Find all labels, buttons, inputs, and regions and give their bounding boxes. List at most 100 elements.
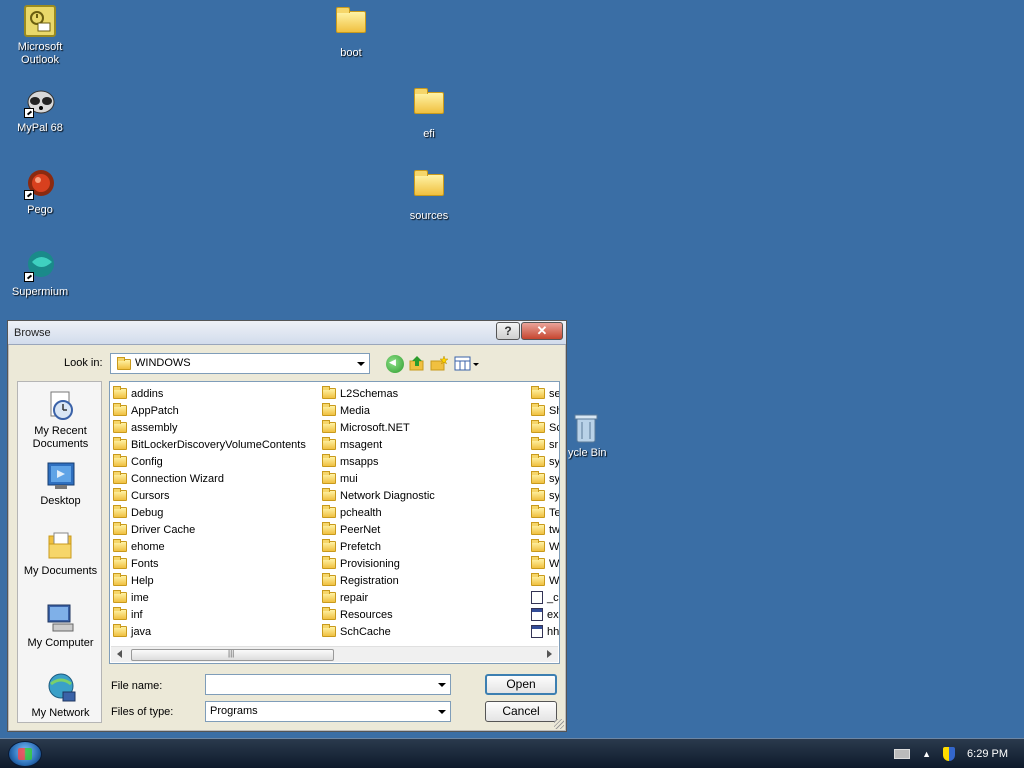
desktop-icon-pego[interactable]: Pego — [0, 168, 80, 217]
look-in-dropdown[interactable]: WINDOWS — [110, 353, 370, 374]
list-item[interactable]: ime — [110, 589, 319, 606]
list-item[interactable]: Debug — [110, 504, 319, 521]
folder-icon — [531, 454, 545, 467]
list-item[interactable]: AppPatch — [110, 402, 319, 419]
desktop-icon-label: Pego — [27, 204, 53, 216]
folder-icon — [322, 607, 336, 620]
list-item[interactable]: Fonts — [110, 555, 319, 572]
list-item[interactable]: W — [528, 555, 559, 572]
files-of-type-dropdown[interactable]: Programs — [205, 701, 451, 722]
list-item[interactable]: ex — [528, 606, 559, 623]
list-item[interactable]: Network Diagnostic — [319, 487, 528, 504]
place-my-network[interactable]: My Network — [18, 672, 103, 720]
chevron-down-icon[interactable] — [438, 683, 446, 687]
desktop-icon-boot[interactable]: boot — [311, 5, 391, 60]
back-icon[interactable] — [386, 355, 404, 373]
desktop-icon-outlook[interactable]: Microsoft Outlook — [0, 5, 80, 67]
list-item-label: W — [549, 540, 560, 553]
list-item-label: Cursors — [131, 489, 170, 502]
desktop-icon-efi[interactable]: efi — [389, 86, 469, 141]
list-item[interactable]: Microsoft.NET — [319, 419, 528, 436]
open-button[interactable]: Open — [485, 674, 557, 695]
recycle-bin-icon — [572, 412, 604, 444]
folder-icon — [531, 505, 545, 518]
list-item[interactable]: java — [110, 623, 319, 640]
list-item[interactable]: hh — [528, 623, 560, 640]
desktop-icon-sources[interactable]: sources — [389, 168, 469, 223]
view-menu-icon[interactable] — [454, 355, 480, 373]
cancel-button[interactable]: Cancel — [485, 701, 557, 722]
desktop-icon-supermium[interactable]: Supermium — [0, 250, 80, 299]
list-item[interactable]: Resources — [319, 606, 528, 623]
show-hidden-icons-icon[interactable]: ▲ — [922, 749, 931, 759]
list-item[interactable]: addins — [110, 385, 319, 402]
clock[interactable]: 6:29 PM — [967, 748, 1008, 760]
horizontal-scrollbar[interactable] — [111, 646, 558, 662]
scroll-right-icon[interactable] — [547, 650, 552, 658]
resize-grip-icon[interactable] — [554, 719, 564, 729]
list-item[interactable]: PeerNet — [319, 521, 528, 538]
list-item[interactable]: W — [528, 538, 560, 555]
list-item[interactable]: sy — [528, 487, 560, 504]
file-name-input[interactable] — [205, 674, 451, 695]
security-shield-icon[interactable] — [943, 747, 956, 761]
list-item[interactable]: pchealth — [319, 504, 528, 521]
list-item-label: Microsoft.NET — [340, 421, 410, 434]
place-recent-documents[interactable]: My Recent Documents — [18, 390, 103, 451]
list-item[interactable]: Registration — [319, 572, 528, 589]
list-item-label: hh — [547, 625, 560, 638]
start-button[interactable] — [8, 741, 42, 767]
list-item-label: sr — [549, 438, 559, 451]
place-my-computer[interactable]: My Computer — [18, 602, 103, 650]
list-item[interactable]: Cursors — [110, 487, 319, 504]
desktop-icon-recycle-bin[interactable]: ycle Bin — [560, 412, 630, 460]
file-list[interactable]: addins AppPatch assembly BitLockerDiscovery… — [109, 381, 560, 664]
list-item[interactable]: Config — [110, 453, 319, 470]
list-item[interactable]: Te — [528, 504, 559, 521]
list-item-label: Network Diagnostic — [340, 489, 435, 502]
list-item[interactable]: Connection Wizard — [110, 470, 319, 487]
list-item[interactable]: W — [528, 572, 559, 589]
dialog-titlebar[interactable]: Browse ? ✕ — [8, 321, 566, 345]
list-item[interactable]: Sh — [528, 402, 559, 419]
list-item[interactable]: SchCache — [319, 623, 528, 640]
list-item-label: sy — [549, 489, 560, 502]
file-name-label: File name: — [111, 680, 163, 692]
folder-icon — [113, 437, 127, 450]
help-button[interactable]: ? — [496, 322, 520, 340]
close-button[interactable]: ✕ — [521, 322, 563, 340]
list-item[interactable]: assembly — [110, 419, 319, 436]
list-item[interactable]: L2Schemas — [319, 385, 528, 402]
list-item[interactable]: BitLockerDiscoveryVolumeContents — [110, 436, 319, 453]
place-my-documents[interactable]: My Documents — [18, 530, 103, 578]
list-item[interactable]: Driver Cache — [110, 521, 319, 538]
up-one-level-icon[interactable] — [408, 355, 426, 373]
place-desktop[interactable]: Desktop — [18, 460, 103, 508]
mypal-icon — [24, 86, 56, 118]
list-item[interactable]: ehome — [110, 538, 319, 555]
my-documents-icon — [45, 530, 77, 562]
list-item[interactable]: sy — [528, 453, 559, 470]
folder-icon — [113, 386, 127, 399]
new-folder-icon[interactable] — [430, 355, 449, 373]
list-item[interactable]: msagent — [319, 436, 528, 453]
scroll-left-icon[interactable] — [117, 650, 122, 658]
list-item[interactable]: Sc — [528, 419, 559, 436]
keyboard-icon[interactable] — [894, 749, 911, 759]
place-label: My Network — [31, 707, 90, 719]
list-item[interactable]: Provisioning — [319, 555, 528, 572]
list-item[interactable]: mui — [319, 470, 528, 487]
list-item[interactable]: Media — [319, 402, 528, 419]
list-item[interactable]: Help — [110, 572, 319, 589]
list-item[interactable]: sy — [528, 470, 559, 487]
list-item[interactable]: tw — [528, 521, 559, 538]
scrollbar-thumb[interactable] — [131, 649, 334, 661]
list-item[interactable]: inf — [110, 606, 319, 623]
desktop-icon-mypal[interactable]: MyPal 68 — [0, 86, 80, 135]
list-item[interactable]: se — [528, 385, 559, 402]
list-item[interactable]: msapps — [319, 453, 528, 470]
list-item[interactable]: repair — [319, 589, 528, 606]
list-item[interactable]: _c — [528, 589, 559, 606]
list-item[interactable]: sr — [528, 436, 559, 453]
list-item[interactable]: Prefetch — [319, 538, 528, 555]
